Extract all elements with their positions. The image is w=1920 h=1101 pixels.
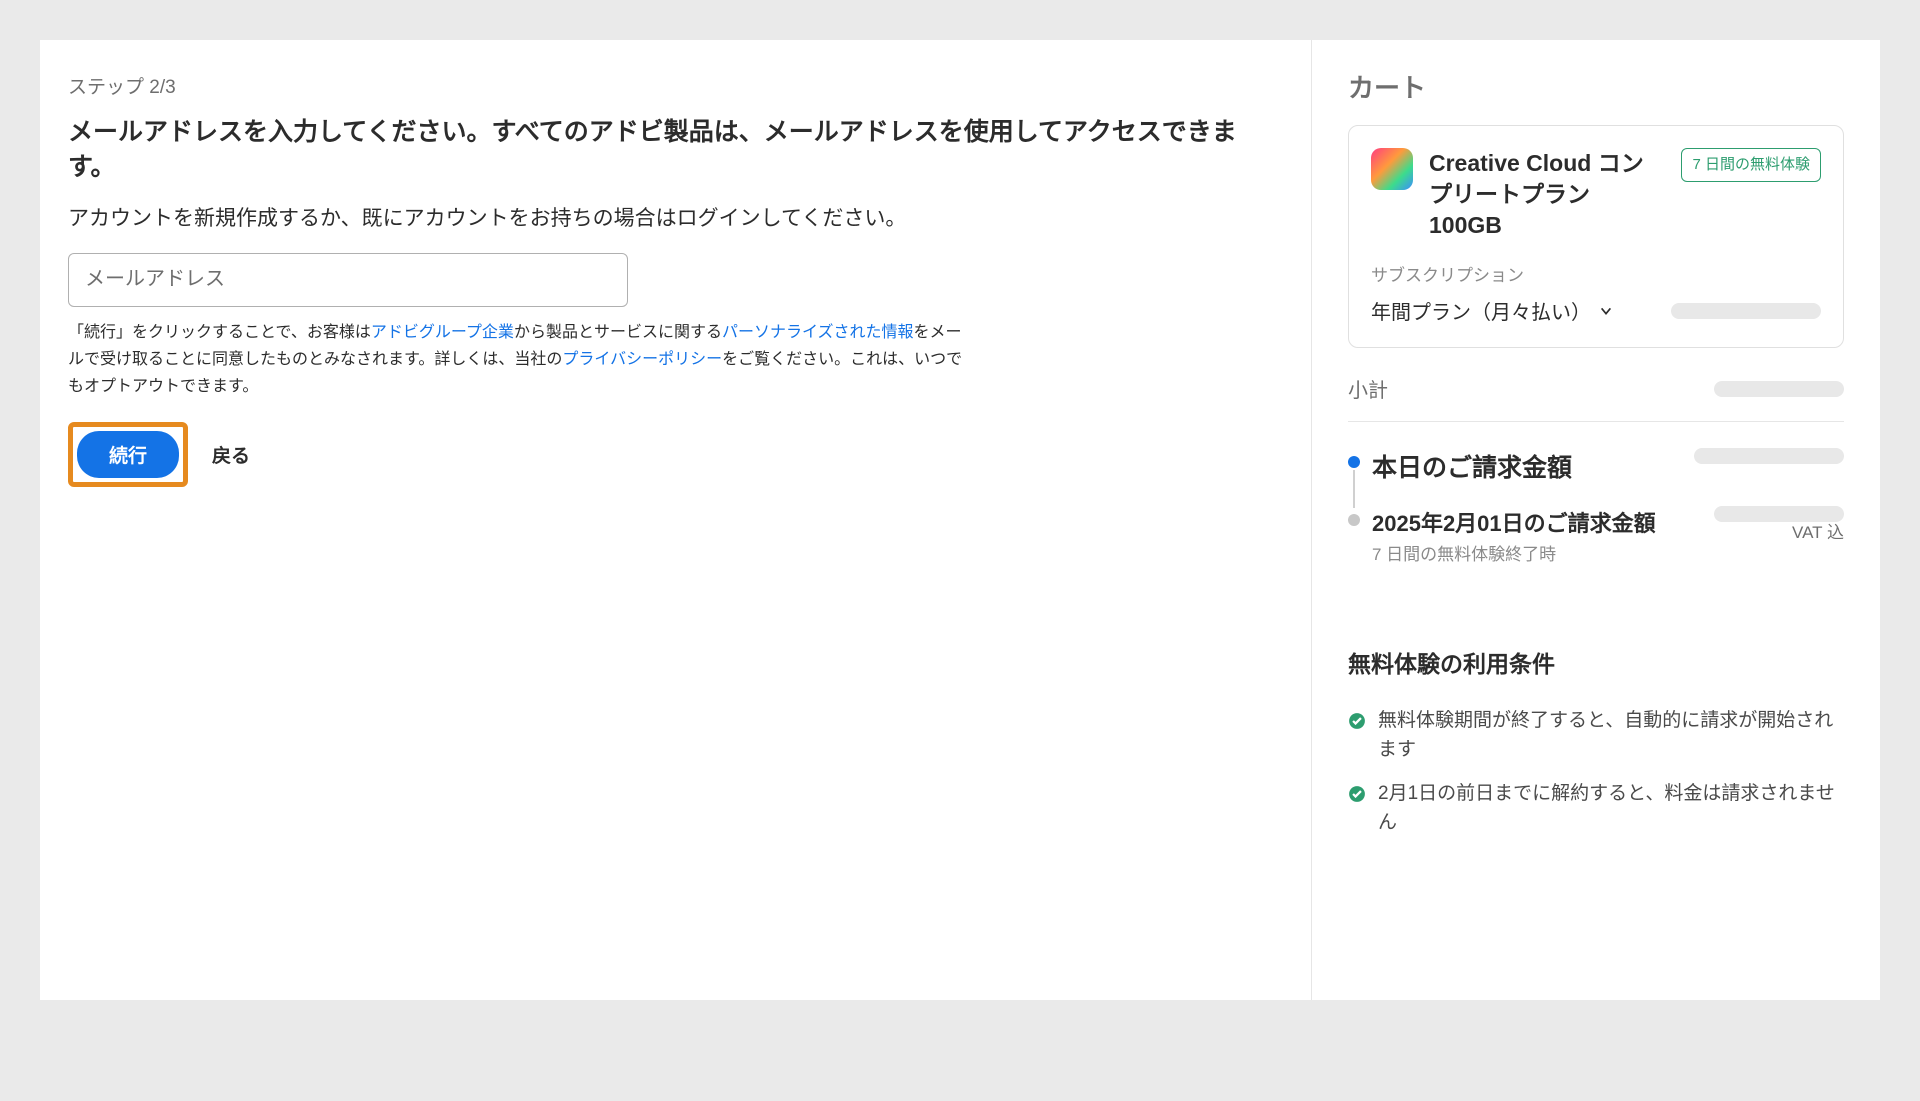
plan-selected-value: 年間プラン（月々払い） <box>1371 296 1591 325</box>
adobe-group-link[interactable]: アドビグループ企業 <box>371 324 514 341</box>
trial-badge: 7 日間の無料体験 <box>1681 148 1821 182</box>
consent-text: 「続行」をクリックすることで、お客様はアドビグループ企業から製品とサービスに関す… <box>68 319 968 401</box>
step-indicator: ステップ 2/3 <box>68 72 1283 99</box>
subtotal-price-placeholder <box>1714 381 1844 397</box>
continue-button[interactable]: 続行 <box>77 431 179 478</box>
cart-product-card: Creative Cloud コンプリートプラン 100GB 7 日間の無料体験… <box>1348 125 1844 348</box>
today-charge-label: 本日のご請求金額 <box>1372 448 1572 484</box>
main-content: ステップ 2/3 メールアドレスを入力してください。すべてのアドビ製品は、メール… <box>40 40 1312 1000</box>
vat-label: VAT 込 <box>1714 518 1844 543</box>
back-button[interactable]: 戻る <box>212 441 250 468</box>
page-subtitle: アカウントを新規作成するか、既にアカウントをお持ちの場合はログインしてください。 <box>68 203 1283 235</box>
product-name: Creative Cloud コンプリートプラン 100GB <box>1429 148 1665 241</box>
plan-selector[interactable]: 年間プラン（月々払い） <box>1371 296 1613 325</box>
plan-price-placeholder <box>1671 303 1821 319</box>
page-title: メールアドレスを入力してください。すべてのアドビ製品は、メールアドレスを使用して… <box>68 115 1283 185</box>
cart-title: カート <box>1348 68 1844 105</box>
continue-highlight: 続行 <box>68 422 188 487</box>
email-field[interactable] <box>68 253 628 307</box>
personalized-info-link[interactable]: パーソナライズされた情報 <box>722 324 914 341</box>
check-circle-icon <box>1348 712 1366 730</box>
future-charge-sub: 7 日間の無料体験終了時 <box>1372 540 1714 565</box>
check-circle-icon <box>1348 785 1366 803</box>
future-charge-label: 2025年2月01日のご請求金額 <box>1372 506 1714 538</box>
trial-term-2: 2月1日の前日までに解約すると、料金は請求されません <box>1348 780 1844 837</box>
cart-sidebar: カート Creative Cloud コンプリートプラン 100GB 7 日間の… <box>1312 40 1880 1000</box>
subscription-label: サブスクリプション <box>1371 261 1821 286</box>
billing-timeline: 本日のご請求金額 2025年2月01日のご請求金額 7 日間の無料体験終了時 V… <box>1348 448 1844 565</box>
trial-terms-title: 無料体験の利用条件 <box>1348 645 1844 679</box>
today-price-placeholder <box>1694 448 1844 464</box>
privacy-policy-link[interactable]: プライバシーポリシー <box>562 351 722 368</box>
chevron-down-icon <box>1599 304 1613 318</box>
subtotal-label: 小計 <box>1348 374 1388 403</box>
trial-term-1: 無料体験期間が終了すると、自動的に請求が開始されます <box>1348 707 1844 764</box>
creative-cloud-icon <box>1371 148 1413 190</box>
